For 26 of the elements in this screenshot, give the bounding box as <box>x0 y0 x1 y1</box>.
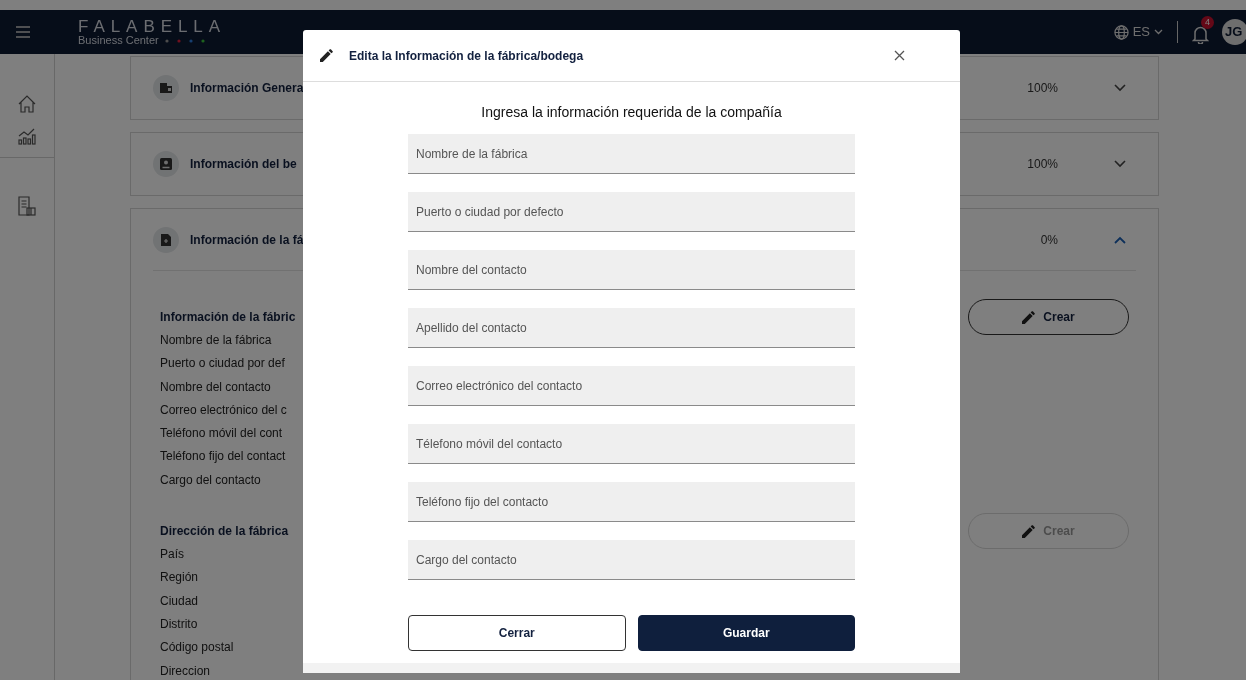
field-label: Distrito <box>160 615 199 633</box>
section-heading: Información de la fábric <box>160 309 296 326</box>
notification-badge: 4 <box>1201 16 1214 29</box>
field-label: Región <box>160 569 200 587</box>
field-label: Código postal <box>160 639 235 657</box>
field-label: País <box>160 546 185 564</box>
field-label: Nombre del contacto <box>160 378 272 396</box>
field-label: Teléfono móvil del cont <box>160 425 284 443</box>
accordion-title: Información Genera <box>190 80 304 97</box>
modal-title: Edita la Información de la fábrica/bodega <box>349 47 584 65</box>
logo-tagline: Business Center <box>78 35 159 46</box>
field-label: Puerto o ciudad por def <box>160 355 286 373</box>
section-heading: Dirección de la fábrica <box>160 523 289 541</box>
accordion-title: Información del be <box>190 156 297 173</box>
accordion-title: Información de la fá <box>190 231 304 249</box>
field-label: Teléfono fijo del contact <box>160 448 287 466</box>
field-label: Ciudad <box>160 592 200 610</box>
modal-subtitle: Ingresa la información requerida de la compañía <box>480 103 783 122</box>
progress-percent: 100% <box>1027 156 1058 173</box>
field-label: Correo electrónico del c <box>160 401 288 419</box>
field-label: Direccion <box>160 662 211 680</box>
field-label: Cargo del contacto <box>160 471 262 489</box>
progress-percent: 0% <box>1040 231 1058 249</box>
field-label: Nombre de la fábrica <box>160 332 273 349</box>
progress-percent: 100% <box>1027 80 1058 97</box>
logo-wordmark: FALABELLA <box>78 18 227 35</box>
